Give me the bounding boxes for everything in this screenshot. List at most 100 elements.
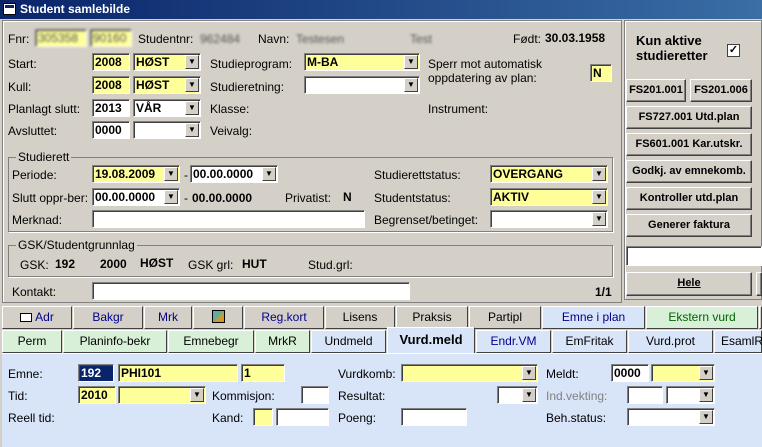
poeng-field[interactable]: [401, 408, 467, 426]
tab-bakgr[interactable]: Bakgr: [73, 306, 143, 329]
fnr-number-field[interactable]: 90160: [90, 29, 132, 47]
tab-endr-vm[interactable]: Endr.VM: [476, 330, 551, 353]
tab-regkort[interactable]: Reg.kort: [244, 306, 324, 329]
chevron-down-icon[interactable]: ▼: [404, 55, 418, 69]
vurdkomb-select[interactable]: ▼: [401, 364, 538, 382]
tab-partipl[interactable]: Partipl: [469, 306, 541, 329]
kontakt-label: Kontakt:: [12, 285, 57, 299]
reell-tid-label: Reell tid:: [8, 411, 55, 425]
periode-from-select[interactable]: 19.08.2009 ▼: [92, 165, 180, 183]
tab-vurdprot[interactable]: Vurd.prot: [628, 330, 713, 353]
tid-year-field[interactable]: 2010: [78, 386, 116, 404]
chevron-down-icon[interactable]: ▼: [404, 78, 418, 92]
tab-perm[interactable]: Perm: [2, 330, 62, 353]
kontroller-utdplan-button[interactable]: Kontroller utd.plan: [626, 187, 752, 210]
generer-faktura-button[interactable]: Generer faktura: [626, 214, 752, 237]
fnr-date-field[interactable]: 305358: [35, 29, 87, 47]
resultat-label: Resultat:: [338, 389, 386, 403]
studieprogram-select[interactable]: M-BA ▼: [304, 53, 420, 71]
tab-ekstern-vurd[interactable]: Ekstern vurd: [646, 306, 758, 329]
emne-code-field[interactable]: PHI101: [118, 364, 238, 382]
studieretning-select[interactable]: ▼: [304, 76, 420, 94]
sperr-field[interactable]: N: [590, 64, 612, 82]
tab-emnebegr[interactable]: Emnebegr: [168, 330, 254, 353]
kun-aktive-checkbox[interactable]: ✓: [727, 44, 740, 57]
chevron-down-icon[interactable]: ▼: [185, 123, 199, 137]
tab-mrkr[interactable]: MrkR: [255, 330, 310, 353]
gskgrl-value: HUT: [242, 257, 267, 271]
chevron-down-icon[interactable]: ▼: [164, 190, 178, 204]
kull-label: Kull:: [8, 80, 32, 94]
resultat-select[interactable]: ▼: [497, 386, 538, 404]
studierettstatus-select[interactable]: OVERGANG ▼: [490, 165, 608, 183]
address-card-icon: [20, 313, 33, 322]
tab-emfritak[interactable]: EmFritak: [552, 330, 627, 353]
fnr-label: Fnr:: [8, 32, 30, 46]
kommisjon-field[interactable]: [301, 386, 329, 404]
kull-year-field[interactable]: 2008: [92, 76, 130, 94]
chevron-down-icon[interactable]: ▼: [522, 366, 536, 380]
tab-mrk[interactable]: Mrk: [144, 306, 192, 329]
chevron-down-icon[interactable]: ▼: [262, 167, 276, 181]
periode-to-select[interactable]: 00.00.0000 ▼: [190, 165, 278, 183]
hele-button[interactable]: Hele: [626, 272, 752, 296]
planlagt-year-field[interactable]: 2013: [92, 99, 130, 117]
chevron-down-icon[interactable]: ▼: [190, 388, 204, 402]
chevron-down-icon[interactable]: ▼: [185, 101, 199, 115]
gskgrl-label: GSK grl:: [188, 258, 234, 272]
fs601-karutskr-button[interactable]: FS601.001 Kar.utskr.: [626, 133, 752, 156]
chevron-down-icon[interactable]: ▼: [699, 410, 713, 424]
kontakt-field[interactable]: [92, 282, 410, 300]
beh-status-select[interactable]: ▼: [627, 408, 715, 426]
studierettstatus-label: Studierettstatus:: [374, 168, 461, 182]
planlagt-term-select[interactable]: VÅR ▼: [133, 99, 201, 117]
avsluttet-term-select[interactable]: ▼: [133, 121, 201, 139]
kand-field-1[interactable]: [253, 408, 273, 426]
avsluttet-year-field[interactable]: 0000: [92, 121, 130, 139]
hele-button-edge[interactable]: [756, 272, 762, 296]
kull-term-select[interactable]: HØST ▼: [133, 76, 201, 94]
fs727-utdplan-button[interactable]: FS727.001 Utd.plan: [626, 106, 752, 129]
slutt-label: Slutt oppr-ber:: [12, 191, 89, 205]
fs201-006-button[interactable]: FS201.006: [690, 79, 752, 102]
tab-planinfo-bekr[interactable]: Planinfo-bekr: [63, 330, 167, 353]
emne-version-field[interactable]: 1: [241, 364, 285, 382]
chevron-down-icon[interactable]: ▼: [185, 55, 199, 69]
start-term-select[interactable]: HØST ▼: [133, 53, 201, 71]
tid-term-select[interactable]: ▼: [118, 386, 206, 404]
chevron-down-icon[interactable]: ▼: [522, 388, 536, 402]
ind-vekting-select[interactable]: ▼: [666, 386, 715, 404]
tab-picture[interactable]: [193, 306, 243, 329]
chevron-down-icon[interactable]: ▼: [164, 167, 178, 181]
tab-adr[interactable]: Adr: [2, 306, 72, 329]
chevron-down-icon[interactable]: ▼: [592, 212, 606, 226]
merknad-field[interactable]: [92, 210, 365, 228]
planlagt-label: Planlagt slutt:: [8, 102, 81, 116]
tab-emne-i-plan[interactable]: Emne i plan: [542, 306, 645, 329]
chevron-down-icon[interactable]: ▼: [185, 78, 199, 92]
slutt-from-select[interactable]: 00.00.0000 ▼: [92, 188, 180, 206]
tab-vurdmeld[interactable]: Vurd.meld: [387, 327, 475, 353]
start-year-field[interactable]: 2008: [92, 53, 130, 71]
chevron-down-icon[interactable]: ▼: [592, 167, 606, 181]
tab-undmeld[interactable]: Undmeld: [311, 330, 386, 353]
veivalg-label: Veivalg:: [210, 124, 253, 138]
chevron-down-icon[interactable]: ▼: [592, 190, 606, 204]
tab-esamlr[interactable]: EsamlR: [714, 330, 762, 353]
meldt-year-field[interactable]: 0000: [611, 364, 649, 382]
tab-praksis[interactable]: Praksis: [396, 306, 468, 329]
begrenset-select[interactable]: ▼: [490, 210, 608, 228]
tab-lisens[interactable]: Lisens: [325, 306, 395, 329]
slutt-to: 00.00.0000: [192, 191, 253, 205]
fs201-001-button[interactable]: FS201.001: [626, 79, 686, 102]
meldt-term-select[interactable]: ▼: [651, 364, 715, 382]
emne-inst-field[interactable]: 192: [78, 364, 114, 382]
chevron-down-icon[interactable]: ▼: [699, 388, 713, 402]
kand-field-2[interactable]: [276, 408, 329, 426]
ind-vekting-field[interactable]: [627, 386, 663, 404]
right-panel-input[interactable]: [626, 246, 762, 266]
chevron-down-icon[interactable]: ▼: [699, 366, 713, 380]
emne-label: Emne:: [8, 367, 43, 381]
studentstatus-select[interactable]: AKTIV ▼: [490, 188, 608, 206]
godkj-emnekomb-button[interactable]: Godkj. av emnekomb.: [626, 160, 752, 183]
